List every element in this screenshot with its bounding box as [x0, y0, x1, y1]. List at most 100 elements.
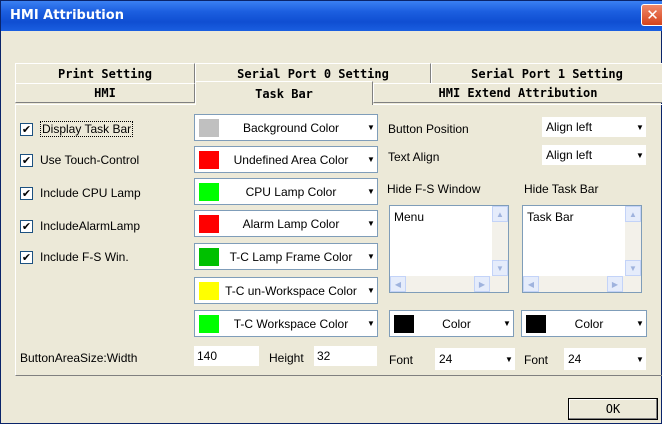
select-label: CPU Lamp Color	[245, 184, 337, 199]
close-button[interactable]: ✕	[641, 4, 662, 26]
height-label: Height	[269, 351, 304, 365]
dropdown-arrow-icon: ▼	[636, 150, 644, 160]
button-position-label: Button Position	[388, 122, 469, 136]
scroll-up-icon[interactable]: ▲	[625, 206, 641, 222]
select-label: Color	[442, 316, 471, 331]
color-swatch	[526, 314, 546, 333]
checkbox-display-task-bar[interactable]: ✔ Display Task Bar	[20, 120, 134, 138]
hide-fs-window-list[interactable]: Menu ▲ ▼ ◀ ▶	[389, 205, 509, 293]
tab-serial-port-1[interactable]: Serial Port 1 Setting	[431, 63, 662, 83]
horizontal-scrollbar[interactable]: ◀ ▶	[390, 276, 508, 292]
select-value: 24	[568, 352, 582, 366]
button-area-width-label: ButtonAreaSize:Width	[20, 351, 138, 365]
checkbox-include-cpu-lamp[interactable]: ✔ Include CPU Lamp	[20, 184, 141, 202]
checkbox-label: IncludeAlarmLamp	[40, 219, 141, 233]
dropdown-arrow-icon: ▼	[367, 155, 375, 164]
list-item[interactable]: Task Bar	[527, 210, 574, 224]
undefined-area-color-select[interactable]: Undefined Area Color ▼	[194, 146, 378, 173]
scroll-right-icon[interactable]: ▶	[474, 276, 490, 292]
dropdown-arrow-icon: ▼	[367, 123, 375, 132]
title-bar: HMI Attribution ✕	[1, 1, 662, 31]
height-input[interactable]: 32	[314, 346, 377, 366]
select-value: Align left	[546, 148, 593, 162]
tab-label: Serial Port 0 Setting	[237, 66, 389, 81]
scroll-up-icon[interactable]: ▲	[492, 206, 508, 222]
horizontal-scrollbar[interactable]: ◀ ▶	[523, 276, 641, 292]
checkbox-label: Use Touch-Control	[40, 153, 140, 167]
checkbox-check-icon: ✔	[20, 186, 33, 200]
dropdown-arrow-icon: ▼	[505, 354, 513, 364]
dropdown-arrow-icon: ▼	[367, 187, 375, 196]
select-label: Color	[574, 316, 604, 331]
select-label: Background Color	[242, 120, 340, 135]
color-swatch	[199, 182, 219, 201]
button-position-select[interactable]: Align left ▼	[542, 117, 646, 137]
background-color-select[interactable]: Background Color ▼	[194, 114, 378, 141]
scroll-right-icon[interactable]: ▶	[607, 276, 623, 292]
hide-fs-color-select[interactable]: Color ▼	[389, 310, 514, 337]
dropdown-arrow-icon: ▼	[367, 252, 375, 261]
color-swatch	[199, 214, 219, 233]
scroll-down-icon[interactable]: ▼	[492, 260, 508, 276]
dropdown-arrow-icon: ▼	[367, 319, 375, 328]
dropdown-arrow-icon: ▼	[636, 319, 644, 328]
checkbox-label: Include CPU Lamp	[40, 186, 141, 200]
hide-task-bar-list[interactable]: Task Bar ▲ ▼ ◀ ▶	[522, 205, 642, 293]
checkbox-label: Include F-S Win.	[40, 250, 129, 264]
ok-button[interactable]: OK	[568, 398, 658, 420]
checkbox-check-icon: ✔	[20, 250, 33, 264]
tab-task-bar[interactable]: Task Bar	[195, 81, 373, 105]
checkbox-include-alarm-lamp[interactable]: ✔ IncludeAlarmLamp	[20, 217, 140, 235]
vertical-scrollbar[interactable]: ▲ ▼	[492, 206, 508, 276]
dropdown-arrow-icon: ▼	[367, 219, 375, 228]
hide-fs-window-label: Hide F-S Window	[387, 182, 481, 196]
vertical-scrollbar[interactable]: ▲ ▼	[625, 206, 641, 276]
list-item[interactable]: Menu	[394, 210, 424, 224]
width-input[interactable]: 140	[194, 346, 259, 366]
font-right-label: Font	[524, 353, 549, 367]
alarm-lamp-color-select[interactable]: Alarm Lamp Color ▼	[194, 210, 378, 237]
window-title: HMI Attribution	[10, 8, 124, 23]
text-align-label: Text Align	[388, 150, 440, 164]
dropdown-arrow-icon: ▼	[636, 354, 644, 364]
select-label: T-C Workspace Color	[233, 316, 349, 331]
tab-serial-port-0[interactable]: Serial Port 0 Setting	[195, 63, 431, 83]
dropdown-arrow-icon: ▼	[636, 122, 644, 132]
cpu-lamp-color-select[interactable]: CPU Lamp Color ▼	[194, 178, 378, 205]
checkbox-check-icon: ✔	[20, 219, 33, 233]
scroll-left-icon[interactable]: ◀	[523, 276, 539, 292]
checkbox-check-icon: ✔	[20, 122, 33, 136]
checkbox-include-fs-win[interactable]: ✔ Include F-S Win.	[20, 248, 129, 266]
tc-workspace-color-select[interactable]: T-C Workspace Color ▼	[194, 310, 378, 337]
tab-label: HMI	[94, 86, 116, 100]
tab-label: Print Setting	[58, 66, 152, 81]
select-value: 24	[439, 352, 453, 366]
tab-hmi-extend-attribution[interactable]: HMI Extend Attribution	[373, 83, 662, 103]
hide-task-bar-label: Hide Task Bar	[524, 182, 599, 196]
tab-hmi[interactable]: HMI	[15, 83, 195, 103]
hmi-attribution-dialog: HMI Attribution ✕ Print Setting Serial P…	[0, 0, 662, 424]
text-align-select[interactable]: Align left ▼	[542, 145, 646, 165]
tab-print-setting[interactable]: Print Setting	[15, 63, 195, 83]
font-left-label: Font	[389, 353, 414, 367]
tc-un-workspace-color-select[interactable]: T-C un-Workspace Color ▼	[194, 277, 378, 304]
checkbox-check-icon: ✔	[20, 153, 33, 167]
select-value: Align left	[546, 120, 593, 134]
color-swatch	[199, 314, 219, 333]
tc-lamp-frame-color-select[interactable]: T-C Lamp Frame Color ▼	[194, 243, 378, 270]
font-right-select[interactable]: 24 ▼	[564, 348, 646, 370]
select-label: Undefined Area Color	[233, 152, 349, 167]
scroll-left-icon[interactable]: ◀	[390, 276, 406, 292]
scroll-down-icon[interactable]: ▼	[625, 260, 641, 276]
tab-label: Task Bar	[255, 86, 313, 101]
checkbox-label: Display Task Bar	[40, 121, 134, 137]
hide-task-bar-color-select[interactable]: Color ▼	[521, 310, 647, 337]
select-label: T-C Lamp Frame Color	[229, 249, 353, 264]
color-swatch	[394, 314, 414, 333]
select-label: Alarm Lamp Color	[242, 216, 340, 231]
color-swatch	[199, 247, 219, 266]
checkbox-use-touch-control[interactable]: ✔ Use Touch-Control	[20, 151, 139, 169]
color-swatch	[199, 281, 219, 300]
select-label: T-C un-Workspace Color	[225, 283, 357, 298]
font-left-select[interactable]: 24 ▼	[435, 348, 515, 370]
